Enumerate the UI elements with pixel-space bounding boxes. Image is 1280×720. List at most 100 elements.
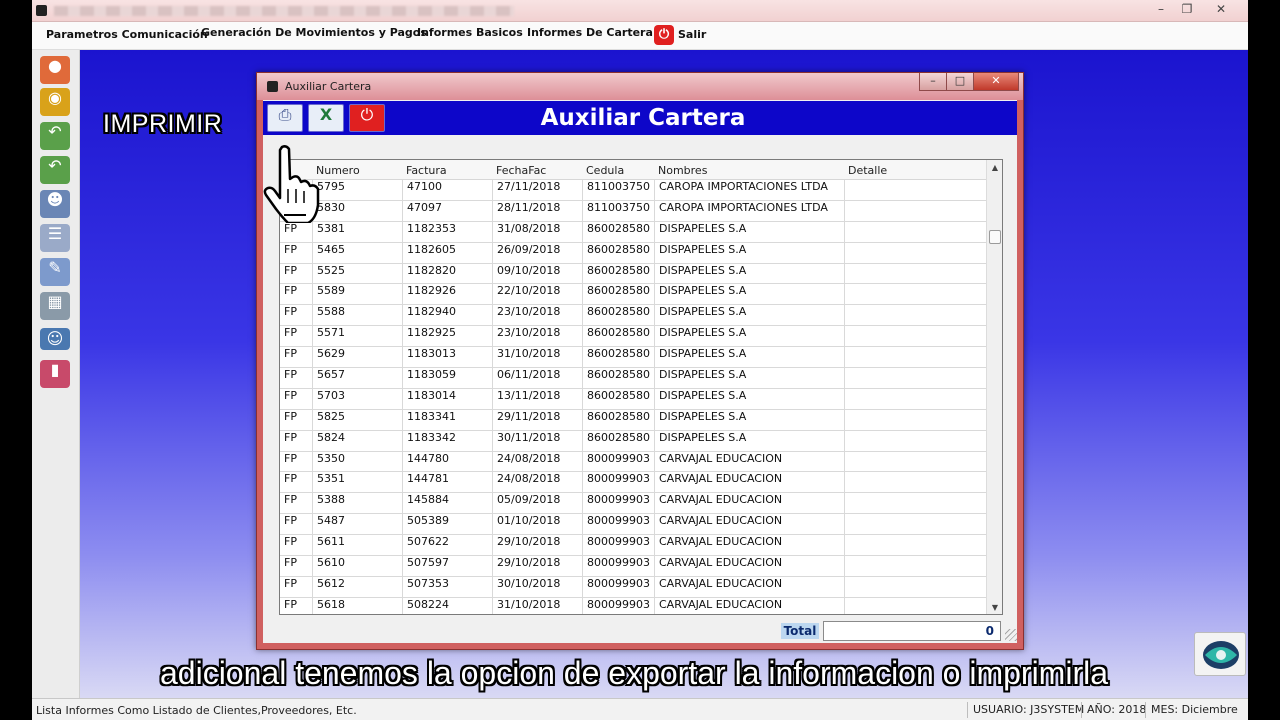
tipo-cell[interactable]: FP: [280, 556, 312, 577]
user-card-icon[interactable]: ☻: [40, 190, 70, 218]
fechafac-cell[interactable]: 09/10/2018: [492, 263, 582, 285]
detalle-cell[interactable]: [844, 430, 986, 452]
detalle-cell[interactable]: [844, 305, 986, 327]
fechafac-cell[interactable]: 24/08/2018: [492, 451, 582, 473]
cedula-cell[interactable]: 860028580: [582, 347, 654, 369]
detalle-cell[interactable]: [844, 597, 986, 614]
print-icon[interactable]: ⎙: [267, 104, 303, 132]
scroll-thumb[interactable]: [989, 230, 1001, 244]
factura-cell[interactable]: 1183014: [402, 388, 492, 410]
column-header-detalle[interactable]: Detalle: [848, 164, 887, 177]
nombres-cell[interactable]: CARVAJAL EDUCACION: [654, 493, 844, 515]
cedula-cell[interactable]: 860028580: [582, 221, 654, 243]
detalle-cell[interactable]: [844, 576, 986, 598]
factura-cell[interactable]: 1183013: [402, 347, 492, 369]
tipo-cell[interactable]: FP: [280, 514, 312, 535]
coins-icon[interactable]: ◉: [40, 88, 70, 116]
fechafac-cell[interactable]: 31/08/2018: [492, 221, 582, 243]
table-row[interactable]: FP 5388 145884 05/09/2018 800099903 CARVAJAL …: [280, 493, 986, 515]
detalle-cell[interactable]: [844, 535, 986, 557]
table-row[interactable]: FP 5703 1183014 13/11/2018 860028580 DISPAPEL…: [280, 388, 986, 410]
tipo-cell[interactable]: FP: [280, 389, 312, 410]
fechafac-cell[interactable]: 31/10/2018: [492, 347, 582, 369]
tipo-cell[interactable]: FP: [280, 452, 312, 473]
cedula-cell[interactable]: 811003750: [582, 180, 654, 201]
table-row[interactable]: FP 5351 144781 24/08/2018 800099903 CARVAJAL …: [280, 472, 986, 494]
factura-cell[interactable]: 145884: [402, 493, 492, 515]
column-header-fechafac[interactable]: FechaFac: [496, 164, 546, 177]
detalle-cell[interactable]: [844, 221, 986, 243]
excel-export-icon[interactable]: X: [308, 104, 344, 132]
fechafac-cell[interactable]: 29/11/2018: [492, 409, 582, 431]
detalle-cell[interactable]: [844, 347, 986, 369]
fechafac-cell[interactable]: 22/10/2018: [492, 284, 582, 306]
factura-cell[interactable]: 1183342: [402, 430, 492, 452]
power-exit-icon[interactable]: ⏻: [654, 25, 674, 45]
factura-cell[interactable]: 507622: [402, 535, 492, 557]
cedula-cell[interactable]: 800099903: [582, 472, 654, 494]
cedula-cell[interactable]: 860028580: [582, 368, 654, 389]
fechafac-cell[interactable]: 30/11/2018: [492, 430, 582, 452]
cedula-cell[interactable]: 800099903: [582, 597, 654, 614]
nombres-cell[interactable]: DISPAPELES S.A: [654, 242, 844, 264]
factura-cell[interactable]: 47097: [402, 200, 492, 222]
menu-informes-cartera[interactable]: Informes De Cartera: [527, 26, 653, 39]
table-row[interactable]: FP 5610 507597 29/10/2018 800099903 CARVAJAL …: [280, 556, 986, 577]
menu-informes-basicos[interactable]: Informes Basicos: [417, 26, 523, 39]
cedula-cell[interactable]: 860028580: [582, 263, 654, 285]
table-scrollbar[interactable]: ▲ ▼: [986, 160, 1002, 614]
menu-parametros-comunicacion[interactable]: Parametros Comunicación: [46, 28, 208, 41]
numero-cell[interactable]: 5588: [312, 305, 402, 327]
nombres-cell[interactable]: DISPAPELES S.A: [654, 430, 844, 452]
factura-cell[interactable]: 1183341: [402, 409, 492, 431]
fechafac-cell[interactable]: 13/11/2018: [492, 388, 582, 410]
cedula-cell[interactable]: 860028580: [582, 284, 654, 306]
window-close-button[interactable]: ✕: [973, 73, 1019, 91]
detalle-cell[interactable]: [844, 200, 986, 222]
numero-cell[interactable]: 5589: [312, 284, 402, 306]
detalle-cell[interactable]: [844, 263, 986, 285]
table-row[interactable]: FP 5589 1182926 22/10/2018 860028580 DISPAPEL…: [280, 284, 986, 306]
table-row[interactable]: FP 5825 1183341 29/11/2018 860028580 DISPAPEL…: [280, 409, 986, 431]
table-row[interactable]: FP 5612 507353 30/10/2018 800099903 CARVAJAL …: [280, 576, 986, 598]
factura-cell[interactable]: 505389: [402, 514, 492, 536]
detalle-cell[interactable]: [844, 514, 986, 536]
detalle-cell[interactable]: [844, 451, 986, 473]
factura-cell[interactable]: 1182605: [402, 242, 492, 264]
numero-cell[interactable]: 5703: [312, 388, 402, 410]
tipo-cell[interactable]: FP: [280, 535, 312, 556]
factura-cell[interactable]: 144781: [402, 472, 492, 494]
tipo-cell[interactable]: FP: [280, 410, 312, 431]
numero-cell[interactable]: 5657: [312, 368, 402, 389]
nombres-cell[interactable]: CAROPA IMPORTACIONES LTDA: [654, 200, 844, 222]
window-maximize-button[interactable]: □: [946, 73, 974, 91]
table-row[interactable]: FP57954710027/11/2018811003750CAROPA IMP…: [280, 180, 986, 201]
table-row[interactable]: FP 5611 507622 29/10/2018 800099903 CARVAJAL …: [280, 535, 986, 557]
detalle-cell[interactable]: [844, 493, 986, 515]
cards-icon[interactable]: ●: [40, 56, 70, 84]
column-header-nombres[interactable]: Nombres: [658, 164, 707, 177]
table-row[interactable]: FP 5350 144780 24/08/2018 800099903 CARVAJAL …: [280, 451, 986, 473]
column-header-factura[interactable]: Factura: [406, 164, 447, 177]
fechafac-cell[interactable]: 26/09/2018: [492, 242, 582, 264]
numero-cell[interactable]: 5350: [312, 451, 402, 473]
nombres-cell[interactable]: DISPAPELES S.A: [654, 368, 844, 389]
tipo-cell[interactable]: FP: [280, 493, 312, 514]
numero-cell[interactable]: 5612: [312, 576, 402, 598]
numero-cell[interactable]: 5610: [312, 556, 402, 577]
nombres-cell[interactable]: DISPAPELES S.A: [654, 409, 844, 431]
numero-cell[interactable]: 5388: [312, 493, 402, 515]
fechafac-cell[interactable]: 30/10/2018: [492, 576, 582, 598]
tipo-cell[interactable]: FP: [280, 222, 312, 243]
numero-cell[interactable]: 5351: [312, 472, 402, 494]
numero-cell[interactable]: 5825: [312, 409, 402, 431]
factura-cell[interactable]: 508224: [402, 597, 492, 614]
table-row[interactable]: FP 5824 1183342 30/11/2018 860028580 DISPAPEL…: [280, 430, 986, 452]
numero-cell[interactable]: 5571: [312, 326, 402, 348]
numero-cell[interactable]: 5830: [312, 200, 402, 222]
tipo-cell[interactable]: FP: [280, 598, 312, 614]
factura-cell[interactable]: 1183059: [402, 368, 492, 389]
cedula-cell[interactable]: 800099903: [582, 493, 654, 515]
fechafac-cell[interactable]: 23/10/2018: [492, 326, 582, 348]
fechafac-cell[interactable]: 24/08/2018: [492, 472, 582, 494]
